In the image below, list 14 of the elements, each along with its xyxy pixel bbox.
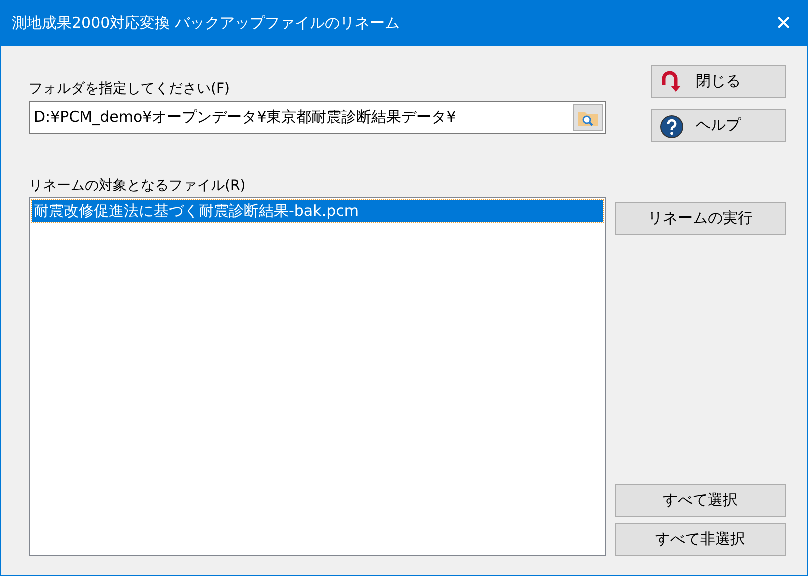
- files-label: リネームの対象となるファイル(R): [29, 177, 247, 196]
- close-button[interactable]: ✕: [761, 1, 807, 46]
- folder-field[interactable]: D:¥PCM_demo¥オープンデータ¥東京都耐震診断結果データ¥: [29, 101, 606, 134]
- select-all-button[interactable]: すべて選択: [615, 484, 786, 517]
- close-dialog-button[interactable]: 閉じる: [651, 65, 786, 98]
- rename-button[interactable]: リネームの実行: [615, 202, 786, 235]
- deselect-all-button[interactable]: すべて非選択: [615, 523, 786, 556]
- window-title: 測地成果2000対応変換 バックアップファイルのリネーム: [12, 14, 400, 33]
- undo-arrow-icon: [660, 71, 682, 93]
- help-button[interactable]: ヘルプ: [651, 109, 786, 142]
- help-icon: [660, 115, 684, 139]
- browse-folder-button[interactable]: [573, 104, 603, 131]
- folder-label: フォルダを指定してください(F): [29, 80, 231, 99]
- file-item[interactable]: 耐震改修促進法に基づく耐震診断結果-bak.pcm: [32, 200, 603, 222]
